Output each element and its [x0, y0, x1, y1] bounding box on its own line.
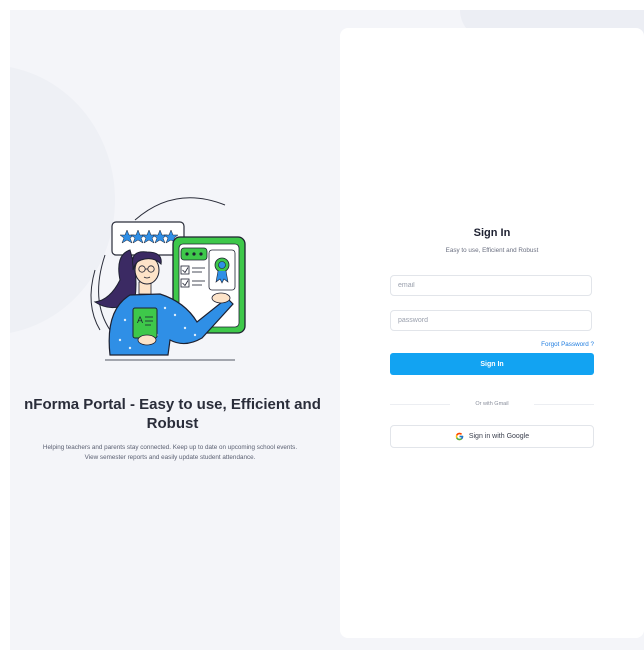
- page-background: A nForma Portal - Easy to use, Efficient…: [10, 10, 644, 650]
- forgot-password-link[interactable]: Forgot Password ?: [490, 341, 594, 348]
- teacher-illustration: A: [90, 197, 246, 361]
- hero-panel: A nForma Portal - Easy to use, Efficient…: [10, 10, 340, 650]
- google-g-icon: [455, 432, 464, 441]
- signin-title: Sign In: [473, 227, 511, 239]
- divider-line: [534, 404, 594, 405]
- google-signin-button[interactable]: Sign in with Google: [390, 425, 594, 448]
- signin-card: Sign In Easy to use, Efficient and Robus…: [340, 28, 644, 638]
- signin-subtitle: Easy to use, Efficient and Robust: [445, 247, 539, 254]
- hero-description-line: Helping teachers and parents stay connec…: [42, 444, 298, 451]
- hero-description-line: View semester reports and easily update …: [84, 454, 256, 461]
- password-field[interactable]: [390, 310, 592, 331]
- divider-label: Or with Gmail: [475, 401, 509, 407]
- google-signin-label: Sign in with Google: [468, 433, 530, 440]
- hero-description: Helping teachers and parents stay connec…: [25, 443, 315, 463]
- signin-button[interactable]: Sign In: [390, 353, 594, 375]
- email-field[interactable]: [390, 275, 592, 296]
- hero-title: nForma Portal - Easy to use, Efficient a…: [24, 396, 321, 432]
- svg-text:A: A: [137, 315, 143, 325]
- divider-line: [390, 404, 450, 405]
